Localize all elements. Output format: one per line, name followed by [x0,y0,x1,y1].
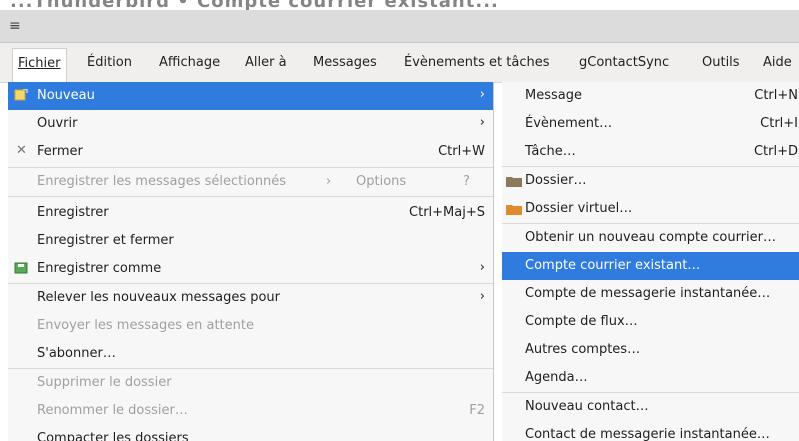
menu-item-label: Compacter les dossiers [37,431,189,441]
shortcut-label: Ctrl+Maj+S [409,205,485,220]
menu-item-label: Dossier… [525,173,587,188]
menu-item-label: Autres comptes… [525,342,641,357]
menu-item-envoyer-attente: Envoyer les messages en attente [8,312,493,340]
save-as-icon [14,262,28,274]
toolbar: ≡ [0,10,799,43]
menu-item-label: Nouveau contact… [525,399,649,414]
shortcut-label: Ctrl+N [754,88,798,103]
hamburger-icon[interactable]: ≡ [9,17,21,35]
submenu-item-contact-messagerie[interactable]: Contact de messagerie instantanée… [502,421,799,441]
menu-item-label: Message [525,88,582,103]
menu-item-label: Relever les nouveaux messages pour [37,290,281,305]
chevron-right-icon: › [479,115,485,130]
menu-item-fermer[interactable]: ✕ Fermer Ctrl+W [8,138,493,166]
window-title-strip: ...Thunderbird • Compte courrier existan… [0,0,799,10]
file-menu: Nouveau › Ouvrir › ✕ Fermer Ctrl+W Enreg… [8,82,494,441]
menu-item-label: Ouvrir [37,116,78,131]
menu-item-enregistrer[interactable]: Enregistrer Ctrl+Maj+S [8,199,493,227]
menu-item-label: Contact de messagerie instantanée… [525,427,770,441]
menu-item-label: Dossier virtuel… [525,201,633,216]
chevron-right-icon: › [326,174,332,189]
shortcut-label: F2 [469,403,485,418]
submenu-item-tache[interactable]: Tâche… Ctrl+D [502,138,799,166]
menu-item-compacter[interactable]: Compacter les dossiers [8,425,493,441]
menu-item-label: Enregistrer [37,205,109,220]
chevron-right-icon: › [479,260,485,275]
menu-item-ouvrir[interactable]: Ouvrir › [8,110,493,138]
menu-item-label: Tâche… [525,144,576,159]
menu-aller[interactable]: Aller à [245,55,287,70]
menu-item-relever[interactable]: Relever les nouveaux messages pour › [8,284,493,312]
window-title-text: ...Thunderbird • Compte courrier existan… [10,0,499,10]
menu-item-supprimer-dossier: Supprimer le dossier [8,369,493,397]
menu-gcontactsync[interactable]: gContactSync [579,55,669,70]
submenu-item-compte-flux[interactable]: Compte de flux… [502,308,799,336]
menu-aide[interactable]: Aide [763,55,792,70]
menu-item-sabonner[interactable]: S'abonner… [8,340,493,368]
menu-item-label: Enregistrer comme [37,261,162,276]
menu-evenements[interactable]: Évènements et tâches [404,55,550,70]
submenu-item-messagerie-instantanee[interactable]: Compte de messagerie instantanée… [502,280,799,308]
submenu-item-dossier-virtuel[interactable]: Dossier virtuel… [502,195,799,223]
menu-item-enregistrer-fermer[interactable]: Enregistrer et fermer [8,227,493,255]
submenu-item-agenda[interactable]: Agenda… [502,364,799,392]
shortcut-label: Ctrl+D [753,144,798,159]
close-icon: ✕ [16,143,27,158]
menu-item-renommer-dossier: Renommer le dossier… F2 [8,397,493,425]
menu-item-label: Compte de flux… [525,314,638,329]
menu-item-enregistrer-comme[interactable]: Enregistrer comme › [8,255,493,283]
menu-affichage[interactable]: Affichage [159,55,220,70]
submenu-item-obtenir-compte[interactable]: Obtenir un nouveau compte courrier… [502,224,799,252]
help-label: ? [463,174,470,189]
virtual-folder-icon [506,205,522,215]
menu-edition[interactable]: Édition [87,55,132,70]
new-document-icon [14,89,28,101]
menu-item-label: Envoyer les messages en attente [37,318,254,333]
menu-item-label: Compte de messagerie instantanée… [525,286,771,301]
submenu-item-dossier[interactable]: Dossier… [502,167,799,195]
menu-fichier[interactable]: Fichier [12,48,67,83]
menu-item-label: Fermer [37,144,83,159]
folder-icon [506,177,522,187]
chevron-right-icon: › [479,289,485,304]
menu-item-nouveau[interactable]: Nouveau › [8,82,493,110]
submenu-item-compte-existant[interactable]: Compte courrier existant… [502,252,799,280]
menu-separator [8,196,493,197]
shortcut-label: Ctrl+I [760,116,798,131]
menu-item-label: Obtenir un nouveau compte courrier… [525,230,776,245]
new-submenu: Message Ctrl+N Évènement… Ctrl+I Tâche… … [502,82,799,441]
menu-item-label: Agenda… [525,370,588,385]
shortcut-label: Ctrl+W [438,144,485,159]
menu-messages[interactable]: Messages [313,55,377,70]
menu-item-label: Enregistrer les messages sélectionnés [37,174,287,189]
menu-outils[interactable]: Outils [702,55,740,70]
menu-item-label: Évènement… [525,116,613,131]
menubar: Fichier Édition Affichage Aller à Messag… [0,43,799,83]
submenu-item-nouveau-contact[interactable]: Nouveau contact… [502,393,799,421]
menu-item-label: Supprimer le dossier [37,375,172,390]
menu-item-label: Nouveau [37,88,95,103]
menu-fichier-label: Fichier [18,56,61,71]
submenu-item-evenement[interactable]: Évènement… Ctrl+I [502,110,799,138]
options-label: Options [356,174,407,189]
menu-item-label: Renommer le dossier… [37,403,188,418]
menu-item-enregistrer-messages: Enregistrer les messages sélectionnés › … [8,168,493,196]
submenu-item-message[interactable]: Message Ctrl+N [502,82,799,110]
submenu-item-autres-comptes[interactable]: Autres comptes… [502,336,799,364]
menu-item-label: Enregistrer et fermer [37,233,174,248]
menu-item-label: Compte courrier existant… [525,258,701,273]
menu-item-label: S'abonner… [37,346,116,361]
chevron-right-icon: › [479,87,485,102]
